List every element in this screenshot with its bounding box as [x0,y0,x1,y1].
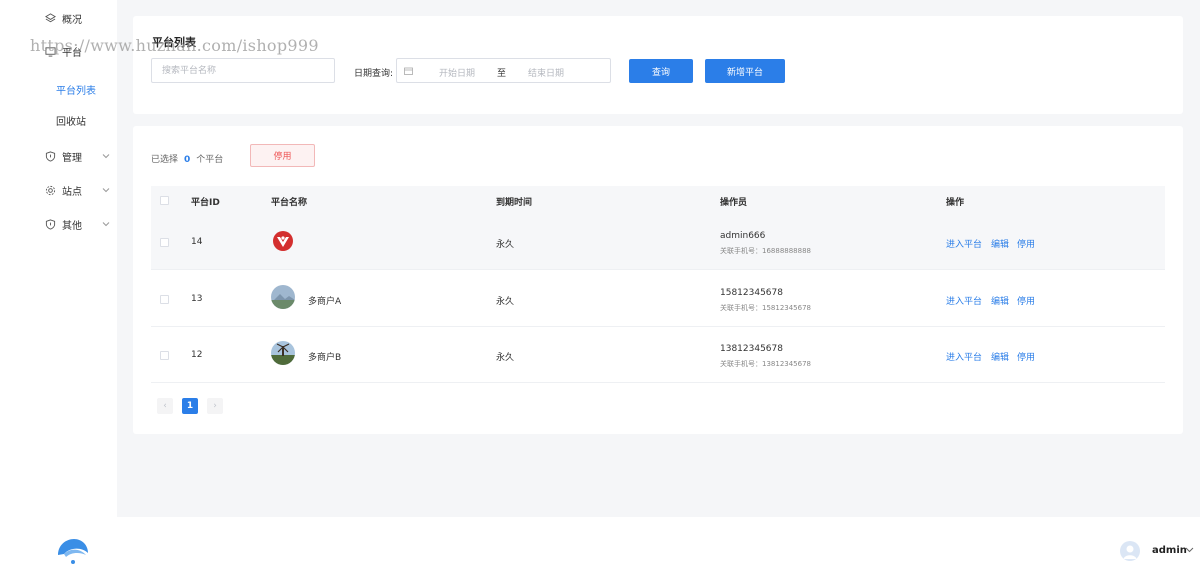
shield-icon [44,150,56,162]
sidebar-item-label: 管理 [62,152,82,164]
search-input[interactable] [151,58,335,83]
footer-bar [0,517,1200,578]
enter-platform-link[interactable]: 进入平台 [946,294,982,307]
edit-link[interactable]: 编辑 [991,237,1009,250]
platform-id: 12 [191,350,203,360]
date-label: 日期查询: [354,69,394,79]
operator-phone: 关联手机号：15812345678 [720,304,811,312]
shield-icon [44,218,56,230]
edit-link[interactable]: 编辑 [991,350,1009,363]
column-header-id: 平台ID [191,198,220,208]
platform-logo [272,230,294,252]
user-name[interactable]: admin [1152,545,1187,556]
selected-suffix: 个平台 [196,155,224,165]
operator-name: 15812345678 [720,288,783,298]
row-checkbox[interactable] [160,238,169,247]
operator-phone: 关联手机号：16888888888 [720,247,811,255]
platform-id: 14 [191,237,203,247]
query-button[interactable]: 查询 [629,59,693,83]
table-header: 平台ID 平台名称 到期时间 操作员 操作 [151,186,1165,214]
calendar-icon [404,67,413,75]
column-header-name: 平台名称 [271,198,308,208]
date-start-input[interactable]: 开始日期 [439,66,475,79]
chevron-down-icon [102,188,110,193]
edit-link[interactable]: 编辑 [991,294,1009,307]
pagination-page-1[interactable]: 1 [182,398,198,414]
table-row: 14 永久 admin666 关联手机号：16888888888 进入平台 编辑… [151,214,1165,270]
sidebar-item-manage[interactable]: 管理 [0,143,117,169]
sidebar-item-label: 概况 [62,14,82,26]
expire-time: 永久 [496,240,515,250]
watermark-text: https://www.huzhan.com/ishop999 [30,36,319,55]
table-row: 12 多商户B 永久 13812345678 关联手机号：13812345678… [151,327,1165,383]
disable-link[interactable]: 停用 [1017,294,1035,307]
chevron-down-icon [102,154,110,159]
platform-logo [271,285,295,309]
row-checkbox[interactable] [160,351,169,360]
sidebar-subitem-recycle-bin[interactable]: 回收站 [56,113,86,133]
sidebar-item-label: 其他 [62,220,82,232]
expire-time: 永久 [496,353,515,363]
pagination-prev-button[interactable]: ‹ [157,398,173,414]
sidebar: 概况 平台 平台列表 回收站 管理 站点 其他 [0,0,117,517]
row-checkbox[interactable] [160,295,169,304]
sidebar-item-site[interactable]: 站点 [0,177,117,203]
add-platform-button[interactable]: 新增平台 [705,59,785,83]
platform-name: 多商户A [308,297,342,307]
date-separator: 至 [497,69,507,79]
sidebar-item-other[interactable]: 其他 [0,211,117,237]
column-header-expire: 到期时间 [496,198,533,208]
selected-prefix: 已选择 [151,155,179,165]
disable-link[interactable]: 停用 [1017,237,1035,250]
select-all-checkbox[interactable] [160,196,169,205]
enter-platform-link[interactable]: 进入平台 [946,350,982,363]
chevron-down-icon [102,222,110,227]
user-avatar[interactable] [1120,541,1140,561]
selected-count-text: 已选择 0 个平台 [151,152,223,165]
operator-name: 13812345678 [720,344,783,354]
date-end-input[interactable]: 结束日期 [528,66,564,79]
app-logo [58,539,88,564]
operator-phone: 关联手机号：13812345678 [720,360,811,368]
table-row: 13 多商户A 永久 15812345678 关联手机号：15812345678… [151,271,1165,327]
column-header-operator: 操作员 [720,198,748,208]
expire-time: 永久 [496,297,515,307]
disable-link[interactable]: 停用 [1017,350,1035,363]
selected-count: 0 [184,155,191,165]
sidebar-item-overview[interactable]: 概况 [0,5,117,31]
layers-icon [44,12,56,24]
gear-icon [44,184,56,196]
sidebar-item-label: 站点 [62,186,82,198]
batch-disable-button[interactable]: 停用 [250,144,315,167]
sidebar-subitem-platform-list[interactable]: 平台列表 [56,82,96,102]
operator-name: admin666 [720,231,766,241]
date-range-picker[interactable]: 开始日期 至 结束日期 [396,58,611,83]
enter-platform-link[interactable]: 进入平台 [946,237,982,250]
platform-name: 多商户B [308,353,342,363]
platform-id: 13 [191,294,203,304]
column-header-actions: 操作 [946,198,965,208]
platform-logo [271,341,295,365]
chevron-down-icon[interactable] [1185,547,1194,553]
pagination-next-button[interactable]: › [207,398,223,414]
